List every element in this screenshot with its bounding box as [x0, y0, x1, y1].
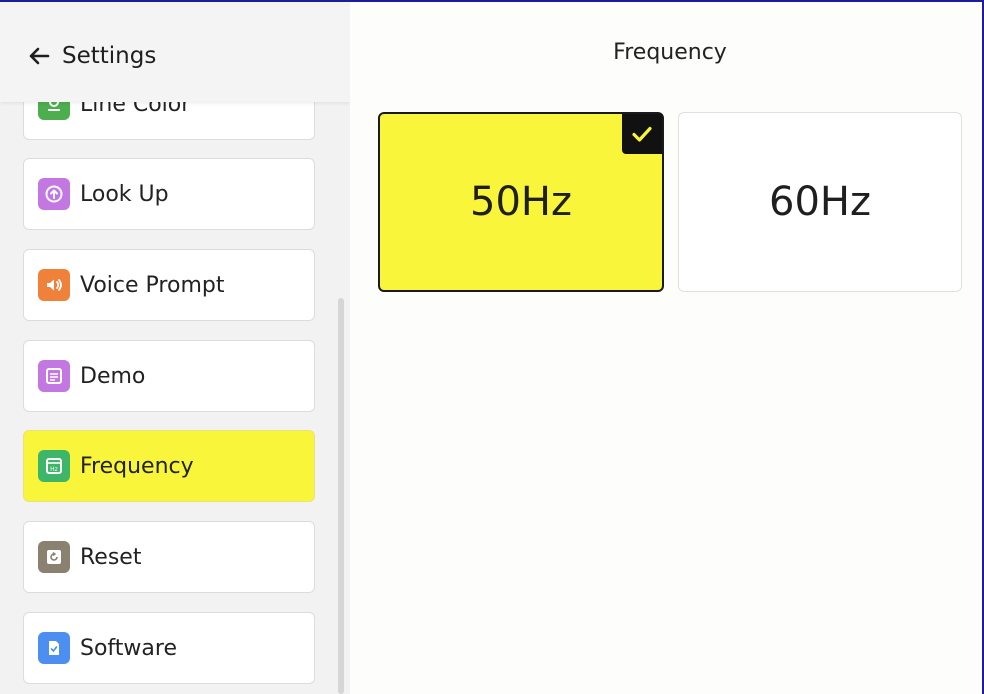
option-label: 60Hz — [769, 179, 871, 225]
sidebar-item-label: Reset — [80, 544, 142, 570]
sidebar-item-label: Look Up — [80, 181, 169, 207]
file-check-icon — [38, 632, 70, 664]
app-window: Line Color Look Up Voice Prompt Demo Hz … — [0, 0, 984, 694]
back-button[interactable]: Settings — [28, 38, 156, 74]
sidebar: Line Color Look Up Voice Prompt Demo Hz … — [0, 2, 350, 694]
sidebar-header: Settings — [0, 2, 350, 102]
arrow-left-icon — [29, 47, 50, 65]
sidebar-scrollbar[interactable] — [338, 298, 344, 694]
back-button-label: Settings — [62, 43, 157, 69]
sidebar-item-reset[interactable]: Reset — [23, 521, 315, 593]
checkmark-icon — [622, 114, 662, 154]
sidebar-item-label: Demo — [80, 363, 146, 389]
sidebar-item-label: Frequency — [80, 453, 194, 479]
svg-text:Hz: Hz — [50, 466, 58, 473]
sidebar-item-label: Software — [80, 635, 177, 661]
reset-icon — [38, 541, 70, 573]
page-title: Frequency — [613, 40, 727, 65]
option-60hz[interactable]: 60Hz — [678, 112, 962, 292]
sidebar-item-label: Voice Prompt — [80, 272, 225, 298]
speaker-icon — [38, 269, 70, 301]
option-50hz[interactable]: 50Hz — [378, 112, 664, 292]
sidebar-item-frequency[interactable]: Hz Frequency — [23, 430, 315, 502]
document-icon — [38, 360, 70, 392]
sidebar-item-look-up[interactable]: Look Up — [23, 158, 315, 230]
sidebar-item-demo[interactable]: Demo — [23, 340, 315, 412]
sidebar-item-software[interactable]: Software — [23, 612, 315, 684]
hz-icon: Hz — [38, 450, 70, 482]
option-label: 50Hz — [470, 179, 572, 225]
sidebar-item-voice-prompt[interactable]: Voice Prompt — [23, 249, 315, 321]
settings-menu-list[interactable]: Line Color Look Up Voice Prompt Demo Hz … — [0, 2, 350, 694]
main-panel: Frequency 50Hz 60Hz — [350, 2, 982, 694]
arrow-up-circle-icon — [38, 178, 70, 210]
